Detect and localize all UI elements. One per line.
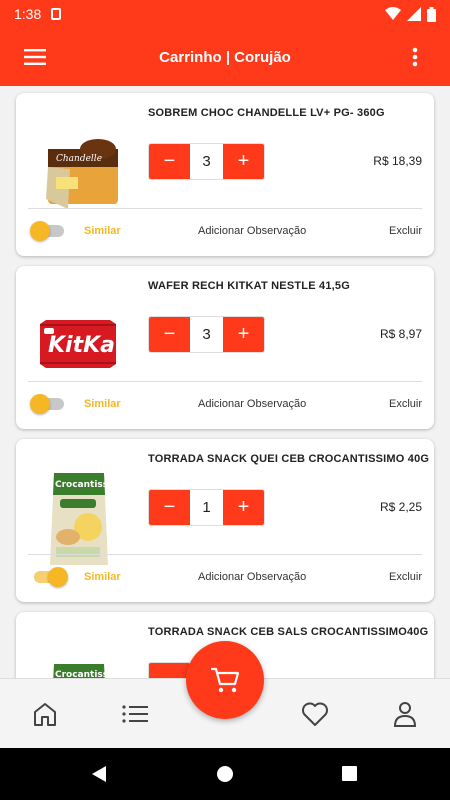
similar-toggle[interactable]	[30, 567, 68, 587]
system-nav-bar	[0, 748, 450, 800]
cart-fab-button[interactable]	[186, 641, 264, 719]
decrease-quantity-button[interactable]: −	[149, 144, 190, 179]
app-bar: Carrinho | Corujão	[0, 28, 450, 86]
product-name: SOBREM CHOC CHANDELLE LV+ PG- 360G	[148, 107, 385, 119]
sd-card-icon	[51, 8, 62, 20]
product-image: KitKat	[40, 320, 127, 368]
quantity-value: 3	[190, 317, 223, 352]
product-price: R$ 2,25	[379, 500, 422, 514]
person-icon	[393, 702, 417, 727]
increase-quantity-button[interactable]: +	[223, 317, 264, 352]
product-name: WAFER RECH KITKAT NESTLE 41,5G	[148, 280, 350, 292]
decrease-quantity-button[interactable]: −	[149, 317, 190, 352]
cart-item-card: Chandelle SOBREM CHOC CHANDELLE LV+ PG- …	[16, 93, 434, 256]
recents-icon[interactable]	[341, 765, 358, 782]
increase-quantity-button[interactable]: +	[223, 490, 264, 525]
similar-label[interactable]: Similar	[84, 398, 121, 410]
page-title: Carrinho | Corujão	[159, 48, 291, 66]
add-observation-button[interactable]: Adicionar Observação	[198, 398, 306, 410]
cart-list[interactable]: Chandelle SOBREM CHOC CHANDELLE LV+ PG- …	[0, 86, 450, 678]
similar-toggle[interactable]	[30, 221, 68, 241]
product-image: Crocantissimo	[53, 664, 127, 678]
more-vert-icon	[412, 47, 418, 67]
status-time: 1:38	[14, 6, 42, 22]
quantity-value: 1	[190, 490, 223, 525]
battery-icon	[427, 6, 436, 22]
svg-text:Chandelle: Chandelle	[56, 154, 102, 164]
add-observation-button[interactable]: Adicionar Observação	[198, 571, 306, 583]
product-image: Chandelle	[46, 139, 118, 209]
cart-item-card: Crocantissimo TORRADA SNACK QUEI CEB CRO…	[16, 439, 434, 602]
quantity-stepper: − 3 +	[148, 143, 265, 180]
list-icon	[122, 705, 148, 723]
nav-favorites[interactable]	[300, 699, 330, 729]
svg-text:Crocantissimo: Crocantissimo	[55, 480, 127, 490]
quantity-stepper: − 1 +	[148, 489, 265, 526]
svg-text:Crocantissimo: Crocantissimo	[55, 670, 127, 678]
product-image: Crocantissimo	[50, 473, 127, 565]
similar-toggle[interactable]	[30, 394, 68, 414]
nav-profile[interactable]	[390, 699, 420, 729]
quantity-stepper	[148, 662, 191, 678]
product-price: R$ 8,97	[379, 327, 422, 341]
svg-text:KitKat: KitKat	[48, 333, 127, 358]
delete-item-button[interactable]: Excluir	[389, 398, 422, 410]
delete-item-button[interactable]: Excluir	[389, 225, 422, 237]
quantity-value: 3	[190, 144, 223, 179]
wifi-icon	[385, 7, 401, 20]
product-name: TORRADA SNACK QUEI CEB CROCANTISSIMO 40G	[148, 453, 430, 465]
back-icon[interactable]	[90, 765, 108, 783]
similar-label[interactable]: Similar	[84, 225, 121, 237]
nav-home[interactable]	[30, 699, 60, 729]
cart-item-card: KitKat WAFER RECH KITKAT NESTLE 41,5G − …	[16, 266, 434, 429]
home-circle-icon[interactable]	[216, 765, 234, 783]
signal-icon	[407, 7, 421, 21]
heart-icon	[302, 702, 328, 726]
divider	[28, 381, 422, 382]
divider	[28, 554, 422, 555]
nav-list[interactable]	[120, 699, 150, 729]
delete-item-button[interactable]: Excluir	[389, 571, 422, 583]
quantity-stepper: − 3 +	[148, 316, 265, 353]
cart-icon	[211, 667, 240, 693]
add-observation-button[interactable]: Adicionar Observação	[198, 225, 306, 237]
status-bar: 1:38	[0, 0, 450, 28]
decrease-quantity-button[interactable]	[149, 663, 190, 678]
more-options-button[interactable]	[380, 28, 450, 86]
menu-button[interactable]	[0, 28, 70, 86]
decrease-quantity-button[interactable]: −	[149, 490, 190, 525]
divider	[28, 208, 422, 209]
product-price: R$ 18,39	[373, 154, 422, 168]
home-icon	[34, 703, 56, 726]
product-name: TORRADA SNACK CEB SALS CROCANTISSIMO40G	[148, 626, 429, 638]
increase-quantity-button[interactable]: +	[223, 144, 264, 179]
hamburger-icon	[24, 49, 46, 65]
similar-label[interactable]: Similar	[84, 571, 121, 583]
